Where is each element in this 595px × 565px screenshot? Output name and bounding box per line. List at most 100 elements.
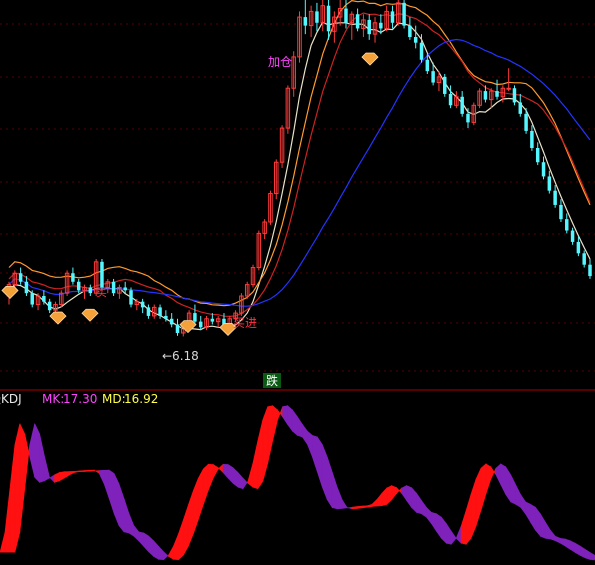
kdj-up-band <box>198 468 204 520</box>
candle-body <box>123 287 127 291</box>
mk-label: MK: <box>42 392 64 406</box>
candle-body <box>129 290 133 305</box>
candle-body <box>175 324 180 333</box>
kdj-up-band <box>460 510 467 545</box>
candle-body <box>506 87 511 90</box>
candle-body <box>588 264 592 277</box>
kdj-up-band <box>14 423 21 553</box>
kdj-down-band <box>545 521 551 540</box>
candle-body <box>408 25 412 37</box>
kdj-down-band <box>103 469 110 499</box>
kdj-down-band <box>143 532 150 553</box>
kdj-up-band <box>9 444 16 553</box>
kdj-up-band <box>356 505 363 509</box>
candle-body <box>495 91 499 97</box>
candle-body <box>355 14 360 29</box>
kdj-up-band <box>202 463 209 505</box>
candle-body <box>565 219 569 231</box>
indicator-legend: 慢KDJ MK: 17.30 MD: 16.92 <box>0 392 158 406</box>
candle-body <box>88 287 93 294</box>
kdj-down-band <box>232 466 239 488</box>
kdj-down-band <box>321 444 328 500</box>
candle-body <box>547 176 552 191</box>
kdj-down-band <box>336 486 343 510</box>
candle-body <box>390 11 395 23</box>
kdj-up-band <box>247 463 254 488</box>
candle-body <box>576 241 581 254</box>
kdj-down-band <box>44 456 50 482</box>
kdj-up-band <box>212 464 219 479</box>
kdj-down-band <box>584 548 591 560</box>
kdj-down-band <box>450 530 457 546</box>
kdj-down-band <box>98 469 105 484</box>
diamond-marker <box>49 311 67 325</box>
kdj-down-band <box>108 469 115 514</box>
kdj-down-band <box>158 545 164 560</box>
candle-body <box>100 261 104 288</box>
kdj-down-band <box>455 526 462 544</box>
kdj-up-band <box>267 405 274 464</box>
md-value: 16.92 <box>124 392 158 406</box>
kdj-down-band <box>153 540 159 560</box>
kdj-up-band <box>480 463 487 511</box>
candle-body <box>158 307 162 316</box>
candle-body <box>425 59 430 72</box>
kdj-up-band <box>19 423 26 533</box>
candle-body <box>303 17 308 26</box>
candle-body <box>379 22 383 29</box>
kdj-down-band <box>34 423 40 484</box>
kdj-down-band <box>39 433 45 483</box>
kdj-down-band <box>535 506 541 538</box>
diamond-marker <box>1 286 19 300</box>
candle-body <box>30 293 34 305</box>
kdj-up-band <box>485 463 492 495</box>
chart-root: 加仓 买进 买 ←6.18 跌 慢KDJ MK: 17.30 MD: 16.92 <box>0 0 595 565</box>
candle-body <box>535 148 540 163</box>
kdj-up-band <box>272 405 278 441</box>
mk-value: 17.30 <box>63 392 97 406</box>
kdj-down-band <box>317 436 323 488</box>
kdj-up-band <box>79 470 85 472</box>
kdj-down-band <box>564 538 571 550</box>
candle-body <box>169 318 174 325</box>
kdj-up-band <box>88 469 95 472</box>
kdj-down-band <box>302 423 308 446</box>
kdj-up-band <box>168 545 174 560</box>
kdj-down-band <box>559 537 566 547</box>
add-position-label: 加仓 <box>268 55 292 69</box>
kdj-down-band <box>579 545 586 559</box>
kdj-down-band <box>589 551 595 561</box>
candle-body <box>47 301 52 311</box>
kdj-down-band <box>163 551 169 561</box>
kdj-up-band <box>188 490 194 547</box>
kdj-down-band <box>118 483 125 533</box>
candle-body <box>530 130 534 148</box>
kdj-down-band <box>500 463 507 495</box>
candle-body <box>553 190 557 205</box>
kdj-down-band <box>138 531 145 548</box>
kdj-down-band <box>237 471 244 490</box>
kdj-up-band <box>262 406 269 482</box>
kdj-down-band <box>436 513 442 540</box>
kdj-down-band <box>326 456 333 509</box>
kdj-down-band <box>133 524 140 542</box>
fall-label: 跌 <box>266 373 278 388</box>
kdj-down-band <box>510 474 516 505</box>
kdj-down-band <box>406 485 412 509</box>
diamond-marker <box>361 52 379 66</box>
candle-body <box>431 71 435 83</box>
kdj-down-band <box>292 409 298 437</box>
kdj-down-band <box>227 464 234 485</box>
candle-body <box>367 19 371 35</box>
candle-body <box>448 93 453 106</box>
candle-body <box>76 281 81 291</box>
kdj-down-band <box>312 434 318 472</box>
kdj-down-band <box>341 498 348 509</box>
kdj-up-band <box>0 532 6 553</box>
diamond-marker <box>81 308 99 322</box>
candle-body <box>402 2 406 26</box>
kdj-up-band <box>257 419 264 490</box>
buy-signal-label: 买 <box>96 286 107 299</box>
kdj-up-band <box>4 488 11 553</box>
candle-body <box>140 301 145 308</box>
